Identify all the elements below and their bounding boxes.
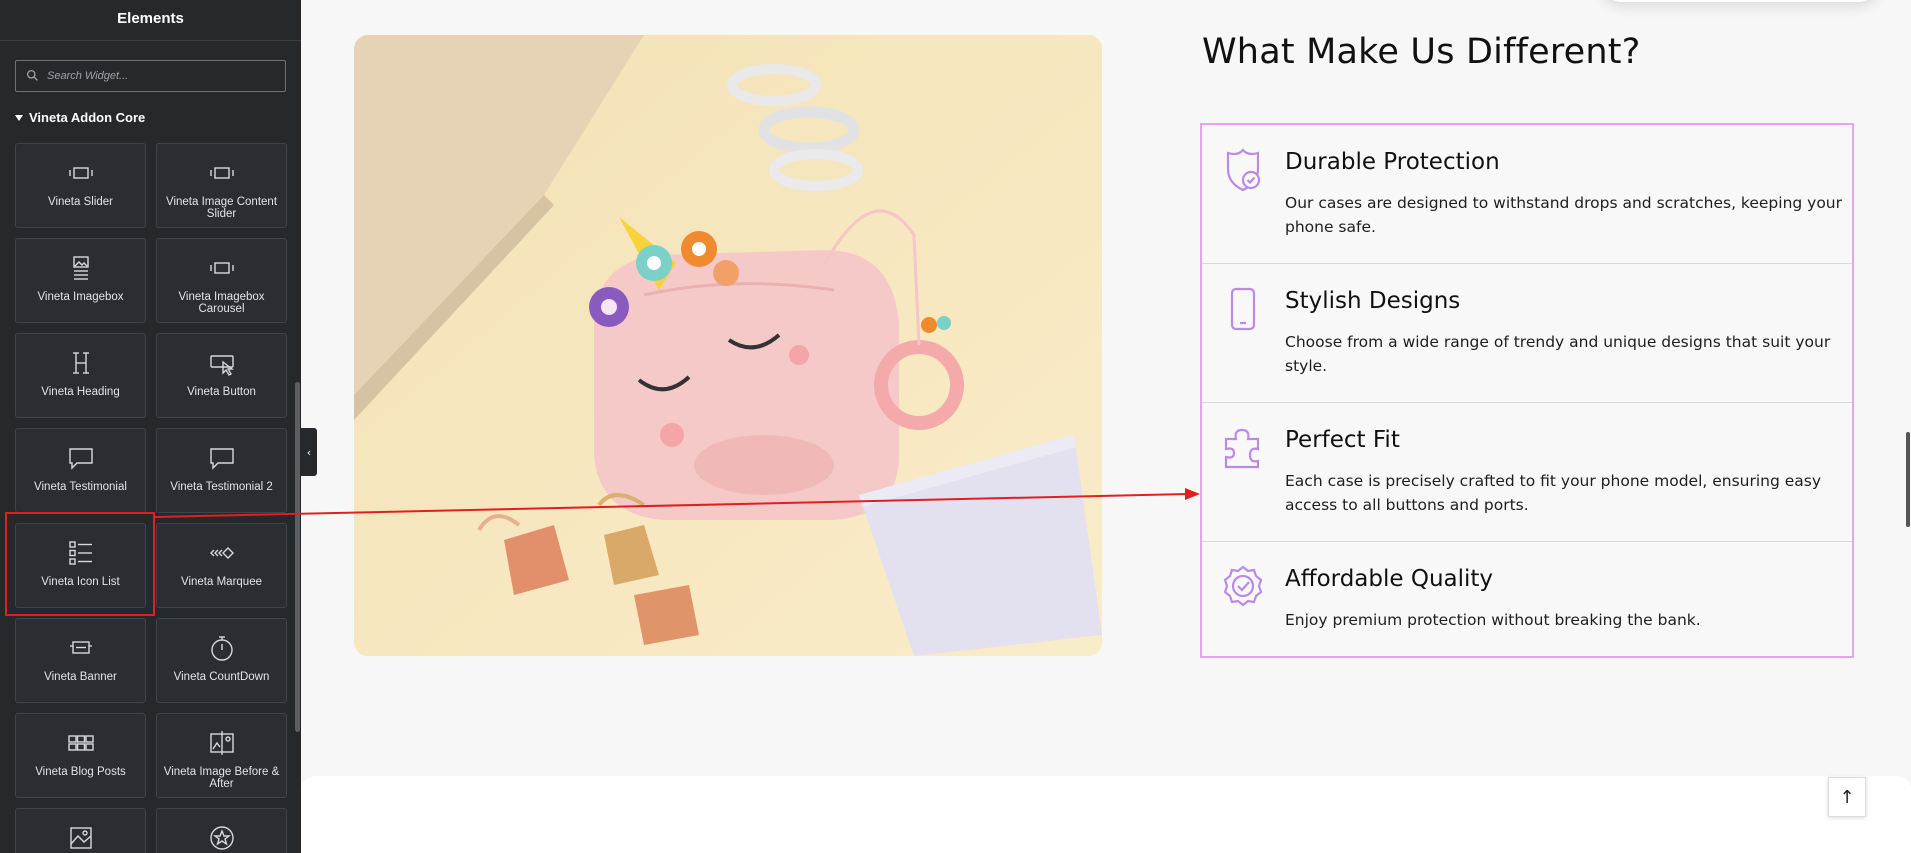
button-icon (207, 348, 237, 378)
slider-icon (207, 158, 237, 188)
list-item[interactable]: Stylish Designs Choose from a wide range… (1202, 264, 1852, 403)
widget-vineta-imagebox[interactable]: Vineta Imagebox (15, 238, 146, 323)
widget-label: Vineta CountDown (173, 671, 270, 683)
widget-vineta-button[interactable]: Vineta Button (156, 333, 287, 418)
panel-title: Elements (117, 10, 184, 27)
marquee-icon (207, 538, 237, 568)
speech-bubble-icon (66, 443, 96, 473)
search-box[interactable] (15, 60, 286, 92)
item-title: Affordable Quality (1285, 566, 1494, 592)
product-image (354, 35, 1102, 656)
widget-vineta-image-before-after[interactable]: Vineta Image Before & After (156, 713, 287, 798)
back-to-top-button[interactable]: ↑ (1828, 777, 1866, 817)
arrow-up-icon: ↑ (1839, 786, 1855, 808)
phone-icon (1222, 286, 1264, 332)
before-after-icon (207, 728, 237, 758)
widget-vineta-testimonial[interactable]: Vineta Testimonial (15, 428, 146, 513)
item-desc: Our cases are designed to withstand drop… (1285, 194, 1843, 236)
widget-label: Vineta Image Content Slider (165, 196, 278, 220)
badge-check-icon (1222, 564, 1264, 610)
annotation-highlight-box (5, 512, 155, 616)
chevron-left-icon: ‹ (306, 445, 312, 459)
search-input[interactable] (47, 70, 277, 82)
widget-label: Vineta Button (187, 386, 256, 398)
widget-vineta-banner[interactable]: Vineta Banner (15, 618, 146, 703)
imagebox-icon (66, 253, 96, 283)
category-label: Vineta Addon Core (29, 110, 146, 125)
widget-vineta-imagebox-carousel[interactable]: Vineta Imagebox Carousel (156, 238, 287, 323)
search-icon (26, 67, 39, 86)
heading-icon (66, 348, 96, 378)
widget-label: Vineta Blog Posts (35, 766, 126, 778)
widget-label: Vineta Marquee (181, 576, 262, 588)
stopwatch-icon (207, 633, 237, 663)
widget-vineta-testimonial-2[interactable]: Vineta Testimonial 2 (156, 428, 287, 513)
puzzle-icon (1222, 425, 1264, 471)
category-toggle-vineta-addon-core[interactable]: Vineta Addon Core (15, 110, 145, 125)
item-desc: Each case is precisely crafted to fit yo… (1285, 472, 1822, 514)
widget-vineta-marquee[interactable]: Vineta Marquee (156, 523, 287, 608)
widget-rating[interactable] (156, 808, 287, 853)
page-scrollbar[interactable] (1906, 432, 1910, 527)
star-icon (207, 823, 237, 853)
header-dropdown-edge (1600, 0, 1880, 2)
shield-check-icon (1222, 147, 1264, 193)
widget-label: Vineta Slider (48, 196, 113, 208)
widget-label: Vineta Testimonial (34, 481, 127, 493)
item-title: Perfect Fit (1285, 427, 1400, 453)
widget-grid: Vineta Slider Vineta Image Content Slide… (15, 143, 287, 853)
list-item[interactable]: Durable Protection Our cases are designe… (1202, 125, 1852, 264)
next-section (301, 776, 1911, 853)
banner-icon (66, 633, 96, 663)
speech-bubble-icon (207, 443, 237, 473)
widget-label: Vineta Imagebox (37, 291, 124, 303)
list-item[interactable]: Affordable Quality Enjoy premium protect… (1202, 542, 1852, 681)
widget-vineta-image-content-slider[interactable]: Vineta Image Content Slider (156, 143, 287, 228)
slider-icon (66, 158, 96, 188)
slider-icon (207, 253, 237, 283)
divider (0, 40, 301, 41)
widget-label: Vineta Image Before & After (163, 766, 280, 790)
item-desc: Enjoy premium protection without breakin… (1285, 611, 1701, 629)
elements-panel: Elements Vineta Addon Core Vineta Slider… (0, 0, 301, 853)
posts-grid-icon (66, 728, 96, 758)
sidebar-scrollbar[interactable] (295, 382, 300, 732)
section-title: What Make Us Different? (1202, 32, 1641, 72)
widget-label: Vineta Banner (44, 671, 117, 683)
list-item[interactable]: Perfect Fit Each case is precisely craft… (1202, 403, 1852, 542)
widget-vineta-heading[interactable]: Vineta Heading (15, 333, 146, 418)
item-title: Stylish Designs (1285, 288, 1461, 314)
item-title: Durable Protection (1285, 149, 1500, 175)
icon-list-widget[interactable]: Durable Protection Our cases are designe… (1200, 123, 1854, 658)
widget-vineta-countdown[interactable]: Vineta CountDown (156, 618, 287, 703)
collapse-panel-button[interactable]: ‹ (301, 428, 317, 476)
image-map-icon (66, 823, 96, 853)
widget-label: Vineta Heading (41, 386, 120, 398)
widget-label: Vineta Imagebox Carousel (178, 291, 265, 315)
widget-vineta-slider[interactable]: Vineta Slider (15, 143, 146, 228)
item-desc: Choose from a wide range of trendy and u… (1285, 333, 1831, 375)
caret-down-icon (15, 114, 23, 121)
widget-vineta-blog-posts[interactable]: Vineta Blog Posts (15, 713, 146, 798)
widget-label: Vineta Testimonial 2 (170, 481, 273, 493)
widget-image-map[interactable] (15, 808, 146, 853)
